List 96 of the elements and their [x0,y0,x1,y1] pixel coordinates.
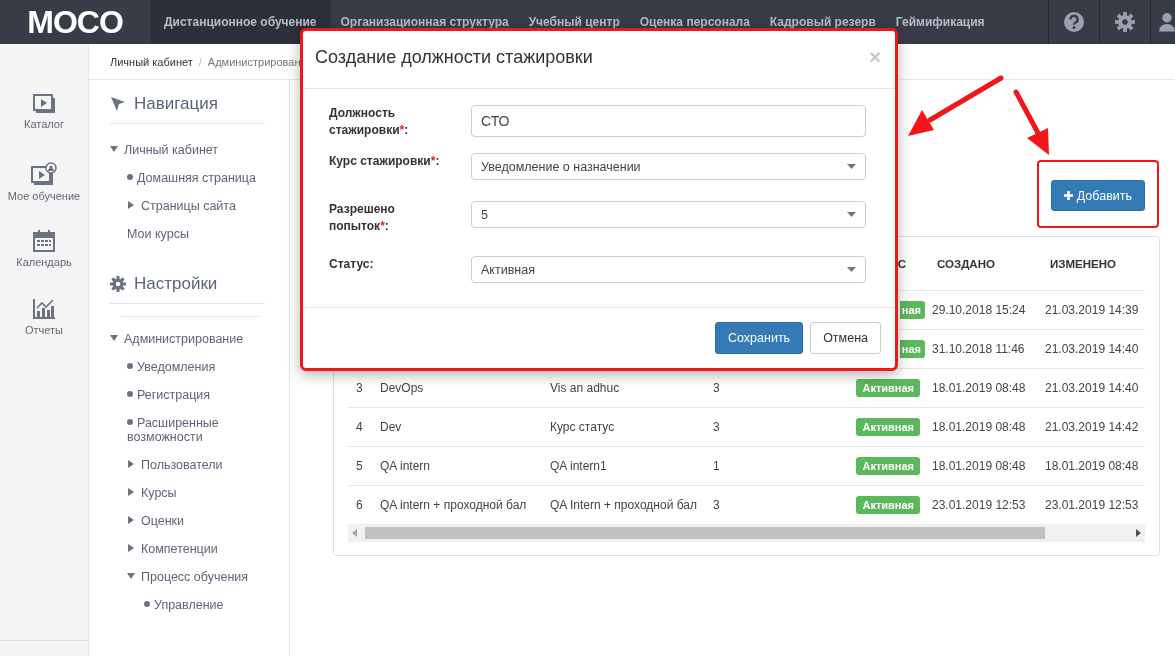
breadcrumb-link[interactable]: Личный кабинет [110,55,193,68]
nav-item[interactable]: Управление [144,591,265,619]
save-button[interactable]: Сохранить [715,322,804,354]
breadcrumb-link[interactable]: Администрирован [207,55,301,68]
scroll-right-icon[interactable] [1136,529,1141,537]
nav-item[interactable]: Мои курсы [127,220,265,248]
table-cell: 21.03.2019 14:40 [1045,342,1139,356]
table-cell: 1 [713,459,720,473]
dropdown[interactable]: Уведомление о назначении [471,153,866,180]
table-cell: QA intern [380,459,431,473]
row-number: 3 [356,381,363,395]
table-cell: 23.01.2019 12:53 [1045,498,1139,512]
table-cell: 29.10.2018 15:24 [932,303,1026,317]
table-cell: QA intern1 [550,459,607,473]
plus-icon [1063,191,1073,200]
table-cell: 23.01.2019 12:53 [932,498,1026,512]
rail-item[interactable]: Каталог [24,94,64,140]
calendar-icon [33,230,55,252]
gear-icon [110,276,126,292]
user-icon[interactable] [1159,12,1175,32]
dropdown[interactable]: Активная [471,256,866,283]
caret-icon [847,164,856,169]
table-cell: 21.03.2019 14:42 [1045,420,1139,434]
nav-item[interactable]: Страницы сайта [127,192,265,220]
settings-icon[interactable] [1115,12,1135,32]
section-title: Настройки [134,274,218,294]
status-badge: ная [899,301,925,319]
bullet-icon [127,174,133,180]
column-header: СОЗДАНО [937,257,995,270]
rail-item[interactable]: Мое обучение [7,162,81,208]
dropdown[interactable]: 5 [471,201,866,228]
table-cell: QA Intern + проходной бал [550,498,697,512]
row-number: 4 [356,420,363,434]
bullet-icon [127,419,133,425]
menu-tab[interactable]: Дистанционное обучение [150,0,331,44]
table-cell: 3 [713,420,720,434]
bullet-icon [144,601,150,607]
status-badge: Активная [856,496,920,514]
nav-item[interactable]: Пользователи [127,451,265,479]
nav-item[interactable]: Личный кабинет [110,136,265,164]
chart-icon [32,298,56,320]
status-badge: ная [899,340,925,358]
logo[interactable]: MOCO [0,0,150,44]
table-cell: 21.03.2019 14:39 [1045,303,1139,317]
rail-item[interactable]: Отчеты [25,298,63,344]
table-cell: QA intern + проходной бал [380,498,527,512]
row-number: 5 [356,459,363,473]
help-icon[interactable] [1064,12,1084,32]
scrollbar[interactable] [348,524,1145,542]
text-field[interactable]: СТО [471,105,866,137]
nav-item[interactable]: Администрирование [110,325,265,353]
nav-item[interactable]: Курсы [127,479,265,507]
table-cell: Курс статус [550,420,615,434]
video-icon [33,94,55,114]
status-badge: Активная [856,418,920,436]
row-number: 6 [356,498,363,512]
menu-tab[interactable]: Геймификация [885,0,995,44]
table-cell: 18.01.2019 08:48 [1045,459,1139,473]
column-header: С [897,257,906,270]
table-cell: 3 [713,381,720,395]
table-cell: 18.01.2019 08:48 [932,420,1026,434]
table-cell: 18.01.2019 08:48 [932,459,1026,473]
nav-item[interactable]: Компетенции [127,535,265,563]
table-cell: 3 [713,498,720,512]
field-label: Разрешено попыток*: [329,201,396,235]
nav-item[interactable]: Уведомления [127,353,265,381]
video-user-icon [31,162,57,186]
cancel-button[interactable]: Отмена [810,322,881,354]
field-label: Статус: [329,256,375,273]
caret-icon [847,267,856,272]
table-cell: 21.03.2019 14:40 [1045,381,1139,395]
nav-item[interactable]: Регистрация [127,381,265,409]
section-title: Навигация [134,94,218,114]
column-header: ИЗМЕНЕНО [1050,257,1116,270]
table-cell: Dev [380,420,402,434]
table-cell: 31.10.2018 11:46 [932,342,1025,356]
caret-icon [847,212,856,217]
dialog-title: Создание должности стажировки [315,47,593,68]
nav-item[interactable]: Оценки [127,507,265,535]
status-badge: Активная [856,379,920,397]
nav-item[interactable]: Расширенные возможности [127,409,265,451]
rail-item[interactable]: Календарь [16,230,72,276]
bullet-icon [127,363,133,369]
table-cell: Vis an adhuc [550,381,620,395]
table-cell: DevOps [380,381,424,395]
nav-item[interactable]: Домашняя страница [127,164,265,192]
breadcrumb-separator: / [198,55,202,68]
annotation-arrow [1013,89,1049,155]
bullet-icon [127,391,133,397]
cursor-icon [110,96,126,112]
nav-item[interactable]: Процесс обучения [127,563,265,591]
field-label: Должность стажировки*: [329,105,410,139]
status-badge: Активная [856,457,920,475]
add-button[interactable]: Добавить [1050,180,1145,211]
field-label: Курс стажировки*: [329,153,441,170]
table-cell: 18.01.2019 08:48 [932,381,1026,395]
